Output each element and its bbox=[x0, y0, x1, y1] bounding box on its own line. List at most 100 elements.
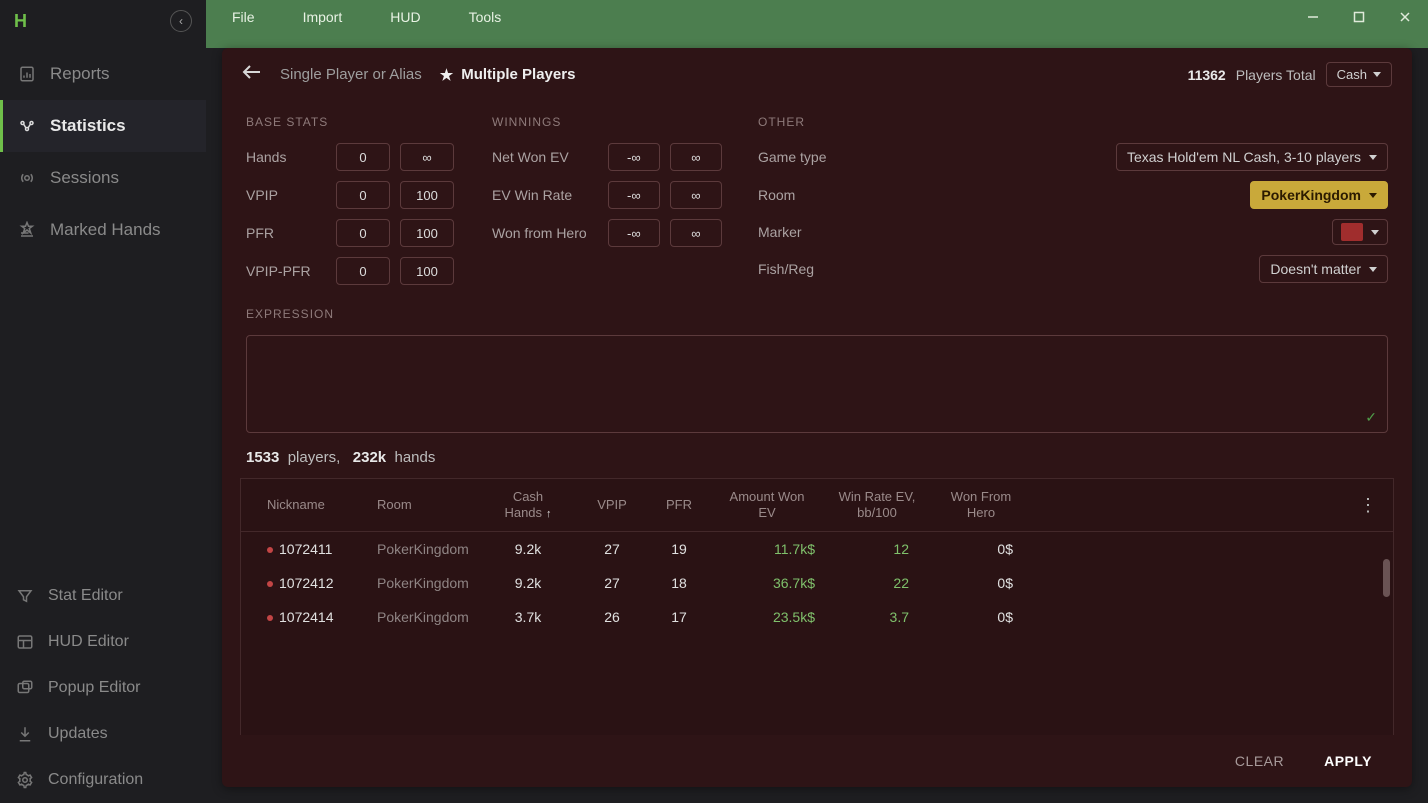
sidebar-item-label: Configuration bbox=[48, 771, 143, 789]
table-header-cell[interactable]: Room bbox=[377, 497, 481, 513]
base-stat-min-input[interactable]: 0 bbox=[336, 143, 390, 171]
window-maximize-button[interactable] bbox=[1336, 0, 1382, 34]
table-header-cell[interactable]: CashHands↑ bbox=[481, 489, 575, 521]
winnings-row: Net Won EV -∞ ∞ bbox=[492, 143, 732, 171]
base-stat-min-input[interactable]: 0 bbox=[336, 181, 390, 209]
sidebar-item-statistics[interactable]: Statistics bbox=[0, 100, 206, 152]
statistics-icon bbox=[16, 117, 38, 135]
sort-asc-icon: ↑ bbox=[546, 508, 552, 520]
table-header-cell[interactable]: Amount WonEV bbox=[709, 489, 825, 520]
base-stat-min-input[interactable]: 0 bbox=[336, 257, 390, 285]
filter-icon bbox=[14, 587, 36, 605]
winnings-row: Won from Hero -∞ ∞ bbox=[492, 219, 732, 247]
tab-label: Multiple Players bbox=[461, 66, 575, 83]
sidebar-item-stat-editor[interactable]: Stat Editor bbox=[0, 573, 206, 619]
window-minimize-button[interactable] bbox=[1290, 0, 1336, 34]
cell-nickname: 1072412 bbox=[267, 575, 377, 591]
menu-bar: File Import HUD Tools bbox=[232, 9, 501, 25]
marked-hands-icon bbox=[16, 221, 38, 239]
marker-dropdown[interactable] bbox=[1332, 219, 1388, 245]
game-type-dropdown[interactable]: Texas Hold'em NL Cash, 3-10 players bbox=[1116, 143, 1388, 171]
chevron-down-icon bbox=[1371, 230, 1379, 235]
base-stat-label: VPIP bbox=[246, 187, 336, 203]
table-row[interactable]: 1072412 PokerKingdom 9.2k 27 18 36.7k$ 2… bbox=[241, 566, 1393, 600]
table-header-cell[interactable]: PFR bbox=[649, 497, 709, 513]
marker-dot-icon bbox=[267, 547, 273, 553]
summary-line: 1533 players, 232k hands bbox=[222, 437, 1412, 472]
table-menu-button[interactable]: ⋮ bbox=[1359, 495, 1377, 516]
base-stats-title: BASE STATS bbox=[246, 115, 466, 129]
summary-players-label: players, bbox=[288, 449, 341, 466]
summary-hands-label: hands bbox=[394, 449, 435, 466]
winnings-row: EV Win Rate -∞ ∞ bbox=[492, 181, 732, 209]
game-type-label: Game type bbox=[758, 149, 850, 165]
menu-file[interactable]: File bbox=[232, 9, 255, 25]
window-close-button[interactable] bbox=[1382, 0, 1428, 34]
table-row[interactable]: 1072411 PokerKingdom 9.2k 27 19 11.7k$ 1… bbox=[241, 532, 1393, 566]
base-stat-max-input[interactable]: ∞ bbox=[400, 143, 454, 171]
room-dropdown[interactable]: PokerKingdom bbox=[1250, 181, 1388, 209]
sidebar-item-marked-hands[interactable]: Marked Hands bbox=[0, 204, 206, 256]
winnings-min-input[interactable]: -∞ bbox=[608, 219, 660, 247]
winnings-max-input[interactable]: ∞ bbox=[670, 219, 722, 247]
sidebar-item-label: Updates bbox=[48, 725, 108, 743]
menu-tools[interactable]: Tools bbox=[469, 9, 502, 25]
base-stat-max-input[interactable]: 100 bbox=[400, 181, 454, 209]
popup-icon bbox=[14, 679, 36, 697]
base-stat-min-input[interactable]: 0 bbox=[336, 219, 390, 247]
card-header: Single Player or Alias ★ Multiple Player… bbox=[222, 48, 1412, 101]
cell-pfr: 18 bbox=[649, 575, 709, 591]
cell-cash-hands: 3.7k bbox=[481, 609, 575, 625]
table-header-cell[interactable]: VPIP bbox=[575, 497, 649, 513]
cell-win-rate-ev: 22 bbox=[825, 575, 929, 591]
sidebar-item-label: Reports bbox=[50, 64, 110, 84]
cell-vpip: 27 bbox=[575, 575, 649, 591]
sidebar: H ‹ Reports Statistics Sessions bbox=[0, 0, 206, 803]
scrollbar-thumb[interactable] bbox=[1383, 559, 1390, 597]
chevron-down-icon bbox=[1373, 72, 1381, 77]
table-row[interactable]: 1072414 PokerKingdom 3.7k 26 17 23.5k$ 3… bbox=[241, 600, 1393, 634]
winnings-max-input[interactable]: ∞ bbox=[670, 181, 722, 209]
fish-reg-dropdown[interactable]: Doesn't matter bbox=[1259, 255, 1388, 283]
sidebar-item-updates[interactable]: Updates bbox=[0, 711, 206, 757]
table-header-cell[interactable]: Nickname bbox=[267, 497, 377, 513]
sidebar-item-label: Statistics bbox=[50, 116, 126, 136]
chevron-down-icon bbox=[1369, 193, 1377, 198]
cell-nickname: 1072414 bbox=[267, 609, 377, 625]
base-stat-row: Hands 0 ∞ bbox=[246, 143, 466, 171]
collapse-sidebar-button[interactable]: ‹ bbox=[170, 10, 192, 32]
expression-input[interactable]: ✓ bbox=[246, 335, 1388, 433]
report-icon bbox=[16, 65, 38, 83]
base-stat-max-input[interactable]: 100 bbox=[400, 219, 454, 247]
sidebar-item-hud-editor[interactable]: HUD Editor bbox=[0, 619, 206, 665]
winnings-min-input[interactable]: -∞ bbox=[608, 143, 660, 171]
cell-room: PokerKingdom bbox=[377, 609, 481, 625]
sidebar-item-sessions[interactable]: Sessions bbox=[0, 152, 206, 204]
winnings-max-input[interactable]: ∞ bbox=[670, 143, 722, 171]
menu-import[interactable]: Import bbox=[303, 9, 343, 25]
table-header-cell[interactable]: Won FromHero bbox=[929, 489, 1033, 520]
layout-icon bbox=[14, 633, 36, 651]
winnings-min-input[interactable]: -∞ bbox=[608, 181, 660, 209]
menu-hud[interactable]: HUD bbox=[390, 9, 420, 25]
sidebar-item-popup-editor[interactable]: Popup Editor bbox=[0, 665, 206, 711]
expression-section: EXPRESSION ✓ bbox=[222, 303, 1412, 437]
marker-swatch bbox=[1341, 223, 1363, 241]
sessions-icon bbox=[16, 169, 38, 187]
marker-dot-icon bbox=[267, 615, 273, 621]
sidebar-item-reports[interactable]: Reports bbox=[0, 48, 206, 100]
tab-single-player[interactable]: Single Player or Alias bbox=[280, 66, 422, 83]
cash-dropdown[interactable]: Cash bbox=[1326, 62, 1392, 87]
table-header-cell[interactable]: Win Rate EV,bb/100 bbox=[825, 489, 929, 520]
clear-button[interactable]: CLEAR bbox=[1235, 753, 1284, 769]
sidebar-item-configuration[interactable]: Configuration bbox=[0, 757, 206, 803]
sidebar-item-label: Sessions bbox=[50, 168, 119, 188]
tab-multiple-players[interactable]: ★ Multiple Players bbox=[440, 66, 576, 84]
cell-amount-won-ev: 23.5k$ bbox=[709, 609, 825, 625]
cell-nickname: 1072411 bbox=[267, 541, 377, 557]
base-stat-max-input[interactable]: 100 bbox=[400, 257, 454, 285]
table-header: NicknameRoomCashHands↑VPIPPFRAmount WonE… bbox=[241, 479, 1393, 532]
base-stat-label: VPIP-PFR bbox=[246, 263, 336, 279]
apply-button[interactable]: APPLY bbox=[1324, 753, 1372, 769]
back-arrow-icon[interactable] bbox=[242, 65, 262, 84]
